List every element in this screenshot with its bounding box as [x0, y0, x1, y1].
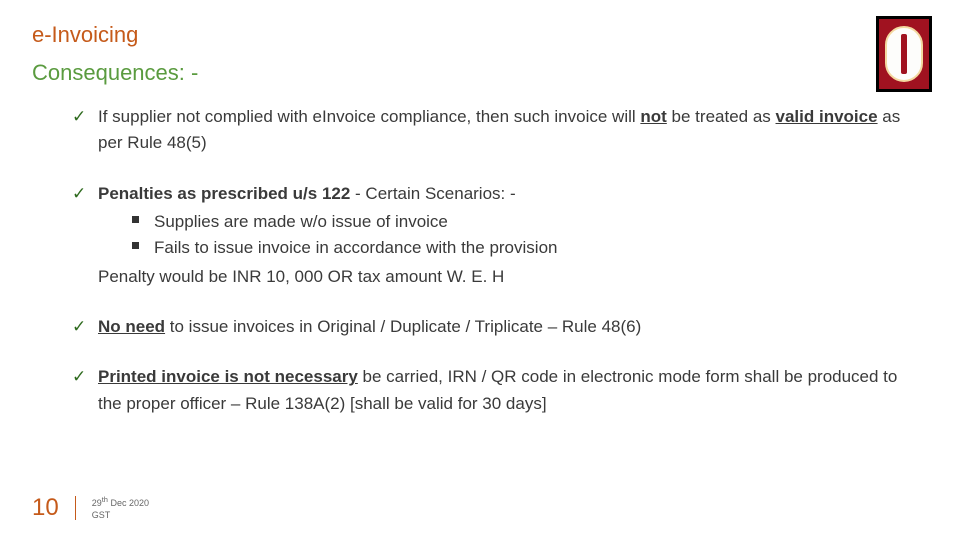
- text-emph: No need: [98, 317, 165, 336]
- footer-meta: 29th Dec 2020 GST: [92, 495, 149, 521]
- text-emph: Printed invoice is not necessary: [98, 367, 358, 386]
- sub-text: Fails to issue invoice in accordance wit…: [154, 238, 557, 257]
- check-icon: ✓: [72, 314, 86, 340]
- date-rest: Dec 2020: [108, 498, 149, 508]
- sub-bullet-2: Fails to issue invoice in accordance wit…: [132, 235, 920, 261]
- text-fragment: If supplier not complied with eInvoice c…: [98, 107, 640, 126]
- text-emph: not: [640, 107, 666, 126]
- slide-title: e-Invoicing: [0, 0, 960, 48]
- text-emph: Penalties as prescribed u/s 122: [98, 184, 350, 203]
- text-fragment: to issue invoices in Original / Duplicat…: [165, 317, 641, 336]
- check-icon: ✓: [72, 104, 86, 130]
- bullet-item-4: ✓ Printed invoice is not necessary be ca…: [72, 364, 920, 417]
- square-icon: [132, 242, 139, 249]
- text-fragment: - Certain Scenarios: -: [350, 184, 515, 203]
- text-emph: valid invoice: [776, 107, 878, 126]
- logo-inner: [885, 26, 923, 82]
- footer-date: 29th Dec 2020: [92, 495, 149, 509]
- penalty-note: Penalty would be INR 10, 000 OR tax amou…: [98, 264, 920, 290]
- footer-tag: GST: [92, 510, 149, 521]
- bullet-item-3: ✓ No need to issue invoices in Original …: [72, 314, 920, 340]
- institution-logo: [876, 16, 932, 92]
- content-area: ✓ If supplier not complied with eInvoice…: [0, 86, 960, 417]
- bullet-item-2: ✓ Penalties as prescribed u/s 122 - Cert…: [72, 181, 920, 290]
- sub-bullet-1: Supplies are made w/o issue of invoice: [132, 209, 920, 235]
- sub-text: Supplies are made w/o issue of invoice: [154, 212, 448, 231]
- page-number: 10: [32, 494, 59, 522]
- sub-list: Supplies are made w/o issue of invoice F…: [98, 209, 920, 262]
- check-icon: ✓: [72, 364, 86, 390]
- footer: 10 29th Dec 2020 GST: [32, 494, 149, 522]
- date-day: 29: [92, 498, 102, 508]
- bullet-item-1: ✓ If supplier not complied with eInvoice…: [72, 104, 920, 157]
- footer-divider: [75, 496, 76, 520]
- slide-subtitle: Consequences: -: [0, 48, 960, 86]
- square-icon: [132, 216, 139, 223]
- check-icon: ✓: [72, 181, 86, 207]
- text-fragment: be treated as: [667, 107, 776, 126]
